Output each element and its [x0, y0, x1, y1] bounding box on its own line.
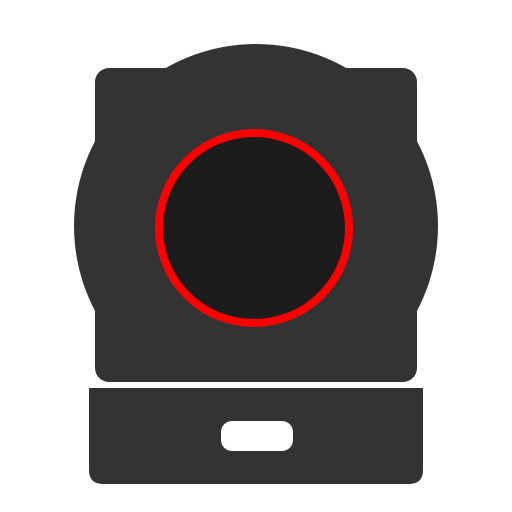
drawer-handle: [221, 421, 293, 451]
induction-cooktop-icon: [74, 44, 438, 484]
separator-line: [89, 382, 423, 388]
icon-canvas: [0, 0, 512, 512]
